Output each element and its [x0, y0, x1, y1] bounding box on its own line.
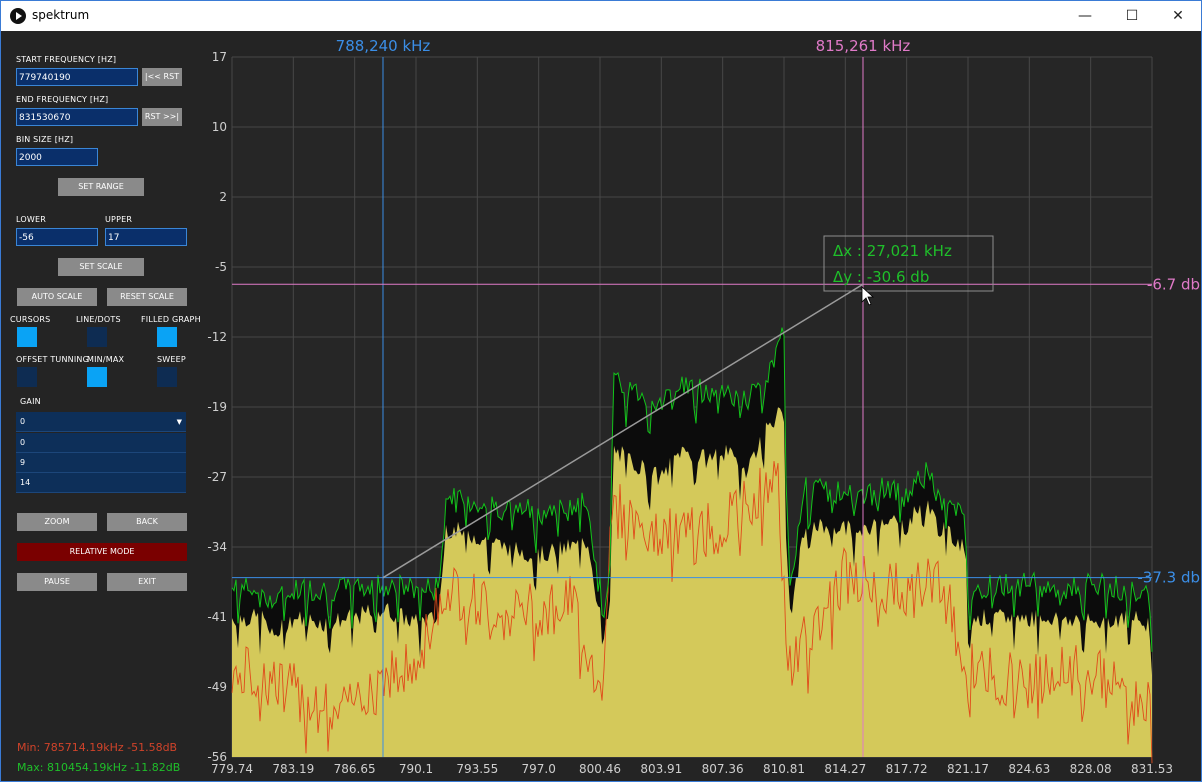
x-tick-label: 810.81: [763, 762, 805, 776]
title-bar: spektrum — ☐ ✕: [1, 1, 1201, 31]
y-tick-label: -27: [207, 470, 227, 484]
delta-y-label: Δy : -30.6 db: [833, 268, 929, 286]
x-tick-label: 797.0: [521, 762, 555, 776]
y-tick-labels: 17102-5-12-19-27-34-41-49-56: [207, 50, 227, 764]
x-tick-label: 779.74: [211, 762, 253, 776]
x-tick-label: 807.36: [702, 762, 744, 776]
x-tick-labels: 779.74 783.19 786.65 790.1 793.55 797.0 800.46…: [211, 762, 1173, 776]
cursor-1-level-label: -6.7 db: [1147, 275, 1200, 293]
delta-x-label: Δx : 27,021 kHz: [833, 242, 952, 260]
x-tick-label: 831.53: [1131, 762, 1173, 776]
y-tick-label: -34: [207, 540, 227, 554]
spectrum-chart[interactable]: 17102-5-12-19-27-34-41-49-56 779.74 783.1…: [1, 31, 1201, 781]
minimize-button[interactable]: —: [1062, 1, 1108, 31]
cursor-1-frequency-label: 788,240 kHz: [336, 37, 431, 55]
x-tick-label: 828.08: [1070, 762, 1112, 776]
x-tick-label: 786.65: [334, 762, 376, 776]
x-tick-label: 790.1: [399, 762, 433, 776]
x-tick-label: 824.63: [1008, 762, 1050, 776]
close-button[interactable]: ✕: [1155, 1, 1201, 31]
cursor-2-level-label: -37.3 db: [1137, 569, 1200, 587]
x-tick-label: 783.19: [272, 762, 314, 776]
x-tick-label: 800.46: [579, 762, 621, 776]
y-tick-label: -49: [207, 680, 227, 694]
x-tick-label: 821.17: [947, 762, 989, 776]
y-tick-label: -5: [215, 260, 227, 274]
y-tick-label: -19: [207, 400, 227, 414]
y-tick-label: 10: [212, 120, 227, 134]
y-tick-label: -12: [207, 330, 227, 344]
app-window: spektrum — ☐ ✕ START FREQUENCY [HZ] 7797…: [0, 0, 1202, 782]
window-title: spektrum: [32, 8, 90, 22]
x-tick-label: 803.91: [640, 762, 682, 776]
x-tick-label: 814.27: [824, 762, 866, 776]
x-tick-label: 793.55: [456, 762, 498, 776]
y-tick-label: -41: [207, 610, 227, 624]
maximize-button[interactable]: ☐: [1109, 1, 1155, 31]
app-play-icon: [10, 8, 26, 24]
cursor-2-frequency-label: 815,261 kHz: [816, 37, 911, 55]
y-tick-label: 17: [212, 50, 227, 64]
y-tick-label: 2: [219, 190, 227, 204]
x-tick-label: 817.72: [886, 762, 928, 776]
